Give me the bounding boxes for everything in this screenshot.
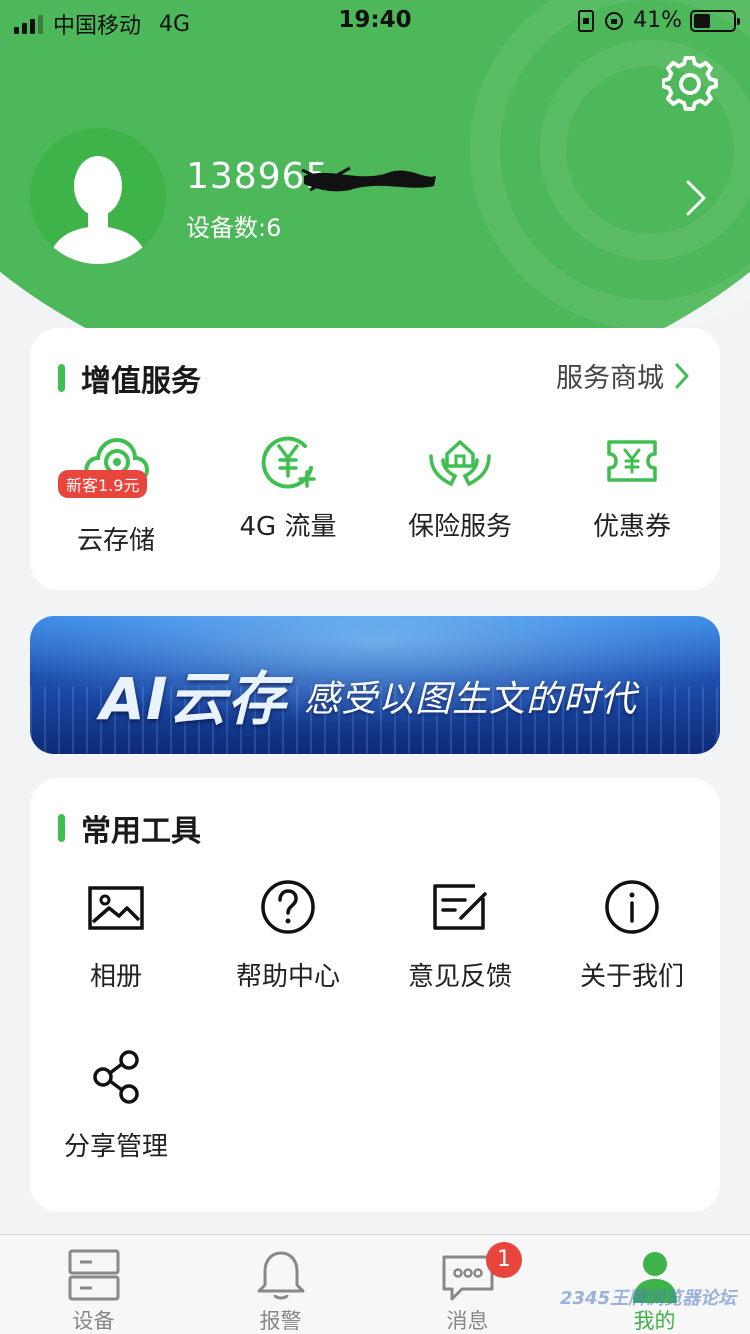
rotation-lock-icon	[605, 11, 624, 30]
home-hands-icon	[429, 440, 491, 487]
tab-alarms[interactable]: 报警	[187, 1235, 374, 1334]
service-4g-data[interactable]: 4G 流量	[202, 426, 374, 543]
tab-messages[interactable]: 消息	[374, 1235, 561, 1334]
image-icon	[88, 886, 144, 930]
tab-devices[interactable]: 设备	[0, 1235, 187, 1334]
banner-title: AI云存	[100, 665, 287, 733]
battery-icon	[690, 9, 740, 32]
tab-label: 设备	[72, 1309, 115, 1333]
redaction-scribble	[301, 166, 436, 192]
title-accent-bar	[58, 814, 65, 842]
profile-chevron-right-icon[interactable]	[680, 176, 710, 220]
tool-label: 相册	[89, 962, 142, 992]
share-icon	[93, 1050, 139, 1104]
service-mall-label: 服务商城	[556, 363, 664, 394]
feedback-icon	[433, 884, 487, 930]
tool-label: 分享管理	[63, 1132, 168, 1162]
battery-percent: 41%	[633, 8, 682, 33]
tool-label: 帮助中心	[235, 962, 340, 992]
message-count-badge: 1	[486, 1242, 522, 1278]
tool-feedback[interactable]: 意见反馈	[374, 876, 546, 993]
tab-label: 报警	[259, 1309, 302, 1333]
tools-card: 常用工具 相册 帮助中心 意见反馈 关于我们 分享管理	[30, 778, 720, 1212]
new-customer-badge: 新客1.9元	[58, 470, 148, 498]
device-count: 设备数:6	[186, 214, 282, 242]
tool-album[interactable]: 相册	[30, 876, 202, 993]
info-icon	[605, 880, 659, 934]
section-title-tools: 常用工具	[58, 806, 201, 850]
service-label: 优惠券	[592, 512, 671, 542]
service-label: 云存储	[76, 526, 155, 556]
coupon-icon	[607, 440, 657, 482]
device-icon	[68, 1249, 119, 1301]
settings-gear-icon[interactable]	[662, 56, 718, 112]
service-label: 保险服务	[407, 512, 512, 542]
service-coupon[interactable]: 优惠券	[546, 426, 718, 543]
decor-ring	[540, 40, 750, 260]
chevron-right-icon	[675, 363, 689, 388]
section-title-value-services: 增值服务	[58, 356, 201, 400]
service-insurance[interactable]: 保险服务	[374, 426, 546, 543]
portrait-lock-icon	[578, 9, 595, 32]
tool-label: 意见反馈	[407, 962, 512, 992]
yuan-data-icon	[261, 436, 316, 489]
user-silhouette-icon	[48, 156, 148, 264]
service-cloud-storage[interactable]: 新客1.9元 云存储	[30, 426, 202, 557]
section-title-text: 增值服务	[81, 364, 201, 399]
title-accent-bar	[58, 364, 65, 392]
tool-label: 关于我们	[579, 962, 684, 992]
bell-icon	[257, 1251, 304, 1300]
service-label: 4G 流量	[239, 512, 337, 542]
status-bar: 中国移动 4G 19:40 41%	[0, 0, 750, 42]
ai-cloud-banner[interactable]: AI云存 感受以图生文的时代	[30, 616, 720, 754]
help-icon	[261, 880, 315, 934]
tab-label: 消息	[446, 1309, 489, 1333]
value-services-card: 增值服务 服务商城 新客1.9元 云存储 4G 流量 保险服务 优惠券	[30, 328, 720, 590]
tool-about[interactable]: 关于我们	[546, 876, 718, 993]
service-mall-link[interactable]: 服务商城	[556, 356, 690, 395]
tool-help[interactable]: 帮助中心	[202, 876, 374, 993]
section-title-text: 常用工具	[81, 814, 201, 849]
avatar[interactable]	[30, 128, 166, 264]
tool-share-management[interactable]: 分享管理	[30, 1046, 202, 1163]
banner-subtitle: 感受以图生文的时代	[304, 679, 638, 720]
watermark: 2345王牌浏览器论坛	[560, 1288, 737, 1309]
